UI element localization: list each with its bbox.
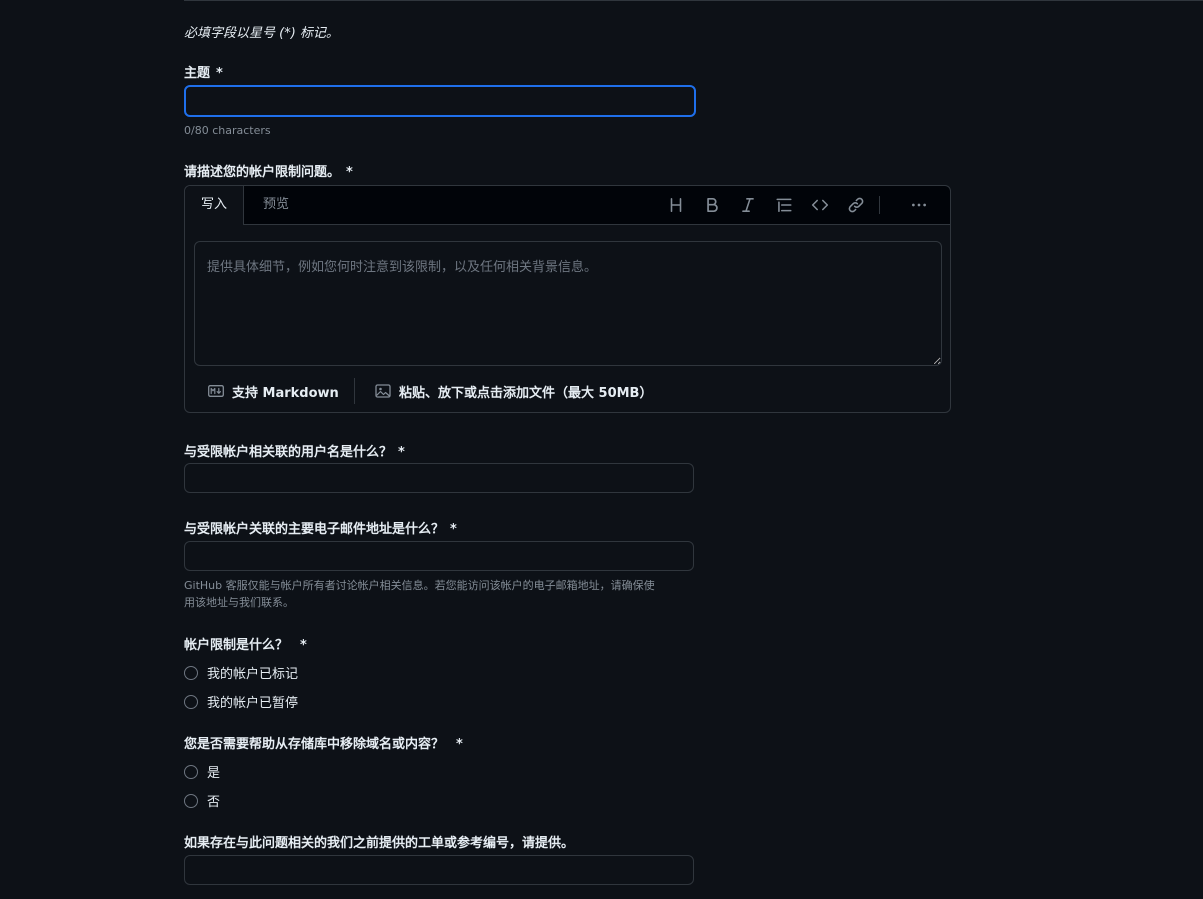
markdown-icon [208, 385, 224, 397]
tab-preview[interactable]: 预览 [247, 186, 305, 224]
required-mark: * [398, 445, 405, 460]
list-icon[interactable] [775, 196, 793, 214]
radio-label: 否 [207, 795, 221, 810]
attach-files-text: 粘贴、放下或点击添加文件（最大 50MB） [399, 385, 653, 401]
radio-button[interactable] [184, 764, 198, 779]
removal-option-yes[interactable]: 是 [184, 762, 220, 781]
italic-icon[interactable] [739, 196, 757, 214]
description-textarea[interactable] [194, 241, 942, 366]
heading-icon[interactable] [667, 196, 685, 214]
link-icon[interactable] [847, 196, 865, 214]
removal-option-no[interactable]: 否 [184, 791, 220, 810]
radio-label: 我的帐户已标记 [207, 667, 299, 682]
restriction-option-suspended[interactable]: 我的帐户已暂停 [184, 692, 298, 711]
toolbar-divider [879, 196, 880, 214]
radio-button[interactable] [184, 694, 198, 709]
description-label-text: 请描述您的帐户限制问题。 [184, 165, 341, 180]
top-divider [184, 0, 1203, 1]
required-mark: * [346, 165, 353, 180]
required-fields-note: 必填字段以星号 (*) 标记。 [184, 26, 339, 41]
markdown-support-text: 支持 Markdown [232, 385, 339, 401]
radio-button[interactable] [184, 665, 198, 680]
description-label: 请描述您的帐户限制问题。 * [184, 161, 353, 180]
radio-label: 是 [207, 766, 221, 781]
username-label-text: 与受限帐户相关联的用户名是什么？ [184, 445, 393, 460]
subject-char-counter: 0/80 characters [184, 124, 271, 137]
restriction-label-text: 帐户限制是什么？ [184, 638, 289, 653]
required-mark: * [456, 737, 463, 752]
email-label-text: 与受限帐户关联的主要电子邮件地址是什么？ [184, 522, 445, 537]
required-mark: * [300, 638, 307, 653]
bold-icon[interactable] [703, 196, 721, 214]
username-input[interactable] [184, 463, 694, 493]
radio-label: 我的帐户已暂停 [207, 696, 299, 711]
reference-input[interactable] [184, 855, 694, 885]
restriction-label: 帐户限制是什么？ * [184, 634, 307, 653]
radio-button[interactable] [184, 793, 198, 808]
subject-label-text: 主题 [184, 66, 211, 81]
email-label: 与受限帐户关联的主要电子邮件地址是什么？ * [184, 518, 457, 537]
email-hint-line-2: 用该地址与我们联系。 [184, 596, 294, 609]
email-input[interactable] [184, 541, 694, 571]
editor-header: 写入 预览 [185, 186, 950, 225]
attach-files-button[interactable]: 粘贴、放下或点击添加文件（最大 50MB） [375, 376, 652, 406]
editor-footer: 支持 Markdown 粘贴、放下或点击添加文件（最大 50MB） [185, 376, 950, 412]
restriction-option-flagged[interactable]: 我的帐户已标记 [184, 663, 298, 682]
username-label: 与受限帐户相关联的用户名是什么？ * [184, 441, 405, 460]
required-mark: * [450, 522, 457, 537]
image-icon [375, 383, 391, 399]
footer-divider [354, 378, 355, 404]
code-icon[interactable] [811, 196, 829, 214]
reference-label: 如果存在与此问题相关的我们之前提供的工单或参考编号，请提供。 [184, 836, 575, 851]
removal-label-text: 您是否需要帮助从存储库中移除域名或内容？ [184, 737, 445, 752]
required-mark: * [216, 66, 223, 81]
email-hint: GitHub 客服仅能与帐户所有者讨论帐户相关信息。若您能访问该帐户的电子邮箱地… [184, 577, 655, 611]
support-form-page: 必填字段以星号 (*) 标记。 主题 * 0/80 characters 请描述您… [0, 0, 1203, 899]
subject-label: 主题 * [184, 62, 223, 81]
more-icon[interactable] [910, 196, 928, 214]
markdown-support-link[interactable]: 支持 Markdown [208, 376, 339, 406]
email-hint-line-1: GitHub 客服仅能与帐户所有者讨论帐户相关信息。若您能访问该帐户的电子邮箱地… [184, 579, 655, 592]
removal-label: 您是否需要帮助从存储库中移除域名或内容？ * [184, 733, 463, 752]
tab-write[interactable]: 写入 [185, 186, 245, 225]
markdown-editor: 写入 预览 提供具体细节，例如您何时注意到该限制，以及任何相关背景信息。 支持 … [184, 185, 951, 413]
subject-input[interactable] [184, 85, 696, 117]
